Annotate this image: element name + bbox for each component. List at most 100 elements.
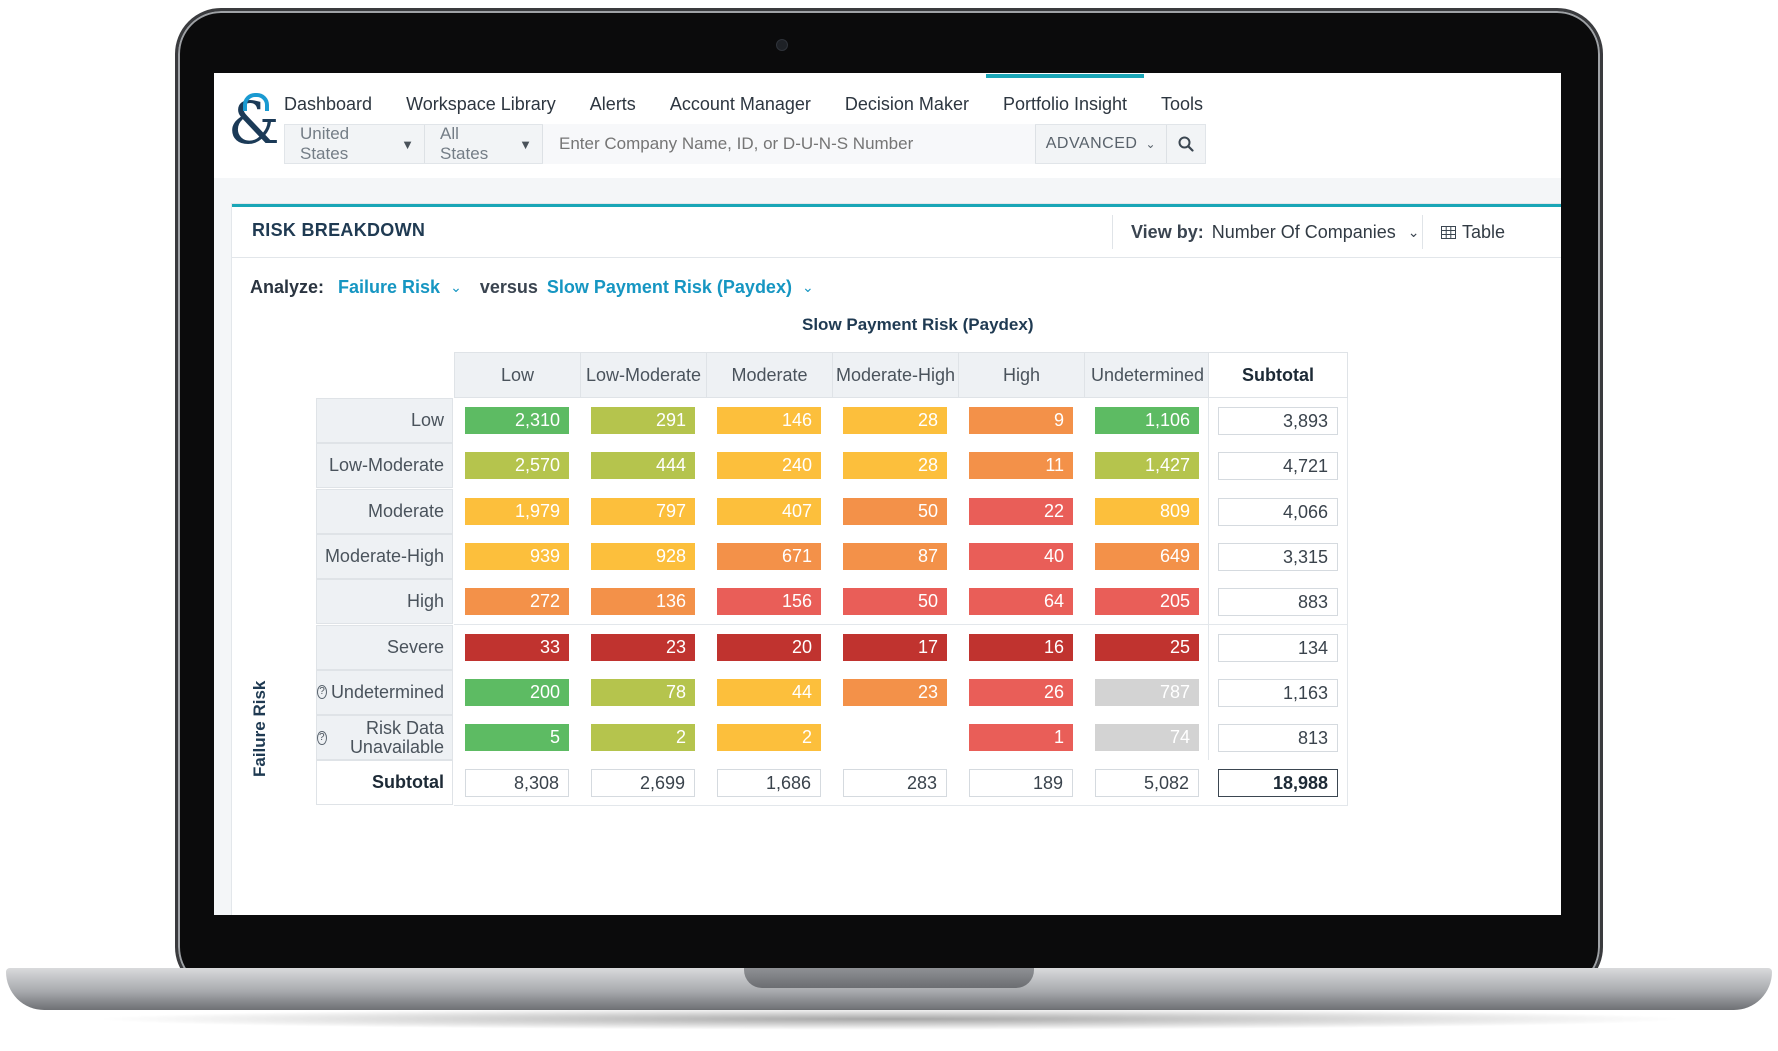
matrix-cell[interactable]: 40 — [969, 542, 1073, 570]
nav-item-decision-maker[interactable]: Decision Maker — [828, 87, 986, 121]
matrix-cell[interactable]: 23 — [843, 678, 947, 706]
row-header: Moderate-High — [316, 533, 453, 579]
company-search-input[interactable] — [543, 124, 1035, 164]
matrix-cell[interactable]: 87 — [843, 542, 947, 570]
matrix-cell[interactable]: 136 — [591, 588, 695, 616]
matrix-cell[interactable]: 444 — [591, 452, 695, 480]
matrix-cell[interactable]: 28 — [843, 407, 947, 434]
matrix-cell[interactable]: 23 — [591, 633, 695, 661]
view-by-dropdown[interactable]: View by: Number Of Companies ⌄ — [1112, 215, 1420, 249]
column-subtotal: 1,686 — [717, 769, 821, 798]
nav-item-account-manager[interactable]: Account Manager — [653, 87, 828, 121]
matrix-cell[interactable]: 17 — [843, 633, 947, 661]
row-header: High — [316, 579, 453, 625]
matrix-cell[interactable]: 28 — [843, 452, 947, 480]
nav-item-portfolio-insight[interactable]: Portfolio Insight — [985, 74, 1145, 121]
matrix-cell[interactable]: 156 — [717, 588, 821, 616]
advanced-search-button[interactable]: ADVANCED ⌄ — [1034, 125, 1166, 163]
matrix-cell[interactable]: 1,979 — [465, 497, 569, 525]
matrix-cell[interactable]: 33 — [465, 633, 569, 661]
row-subtotal: 813 — [1218, 724, 1338, 753]
row-subtotal: 3,315 — [1218, 542, 1338, 571]
subtotal-row-header: Subtotal — [316, 760, 453, 806]
matrix-cell[interactable]: 5 — [465, 724, 569, 752]
search-button[interactable] — [1166, 125, 1205, 163]
row-header: ? Risk Data Unavailable — [316, 715, 453, 761]
row-axis-title: Failure Risk — [250, 680, 269, 777]
nav-item-dashboard[interactable]: Dashboard — [284, 87, 389, 121]
matrix-cell[interactable]: 25 — [1095, 633, 1199, 661]
matrix-cell[interactable]: 1,106 — [1095, 407, 1199, 434]
matrix-cell[interactable]: 50 — [843, 588, 947, 616]
nav-item-tools[interactable]: Tools — [1144, 87, 1220, 121]
matrix-cell[interactable]: 44 — [717, 678, 821, 706]
matrix-cell[interactable]: 928 — [591, 542, 695, 570]
column-header: Low — [454, 352, 581, 398]
row-header: Low-Moderate — [316, 443, 453, 489]
app-screen: & Dashboard Workspace Library Alerts Accoun… — [214, 73, 1561, 915]
view-by-value: Number Of Companies — [1211, 221, 1396, 242]
matrix-cell[interactable]: 291 — [591, 407, 695, 434]
matrix-cell[interactable]: 9 — [969, 407, 1073, 434]
nav-item-alerts[interactable]: Alerts — [573, 87, 653, 121]
matrix-cell[interactable]: 50 — [843, 497, 947, 525]
table-view-button[interactable]: Table — [1422, 215, 1505, 249]
matrix-cell[interactable]: 671 — [717, 542, 821, 570]
country-select[interactable]: United States ▼ — [285, 124, 425, 163]
matrix-cell[interactable]: 78 — [591, 678, 695, 706]
laptop-notch — [744, 968, 1034, 988]
matrix-cell[interactable]: 787 — [1095, 678, 1199, 706]
matrix-cell[interactable]: 2 — [717, 724, 821, 752]
help-icon[interactable]: ? — [317, 685, 327, 700]
camera-icon — [776, 39, 788, 51]
chevron-down-icon[interactable]: ⌄ — [802, 279, 814, 296]
main-nav: Dashboard Workspace Library Alerts Account … — [284, 74, 1220, 121]
matrix-cell[interactable]: 2 — [591, 724, 695, 752]
search-filters: United States ▼ All States ▼ ADVANCED ⌄ — [284, 124, 1206, 164]
matrix-cell[interactable]: 240 — [717, 452, 821, 480]
nav-item-workspace-library[interactable]: Workspace Library — [389, 87, 573, 121]
matrix-cell[interactable]: 272 — [465, 588, 569, 616]
matrix-cell[interactable]: 146 — [717, 407, 821, 434]
matrix-cell[interactable]: 1 — [969, 724, 1073, 752]
table-view-label: Table — [1462, 221, 1506, 242]
column-subtotal: 189 — [969, 769, 1073, 798]
help-icon[interactable]: ? — [317, 730, 327, 745]
matrix-cell[interactable]: 64 — [969, 588, 1073, 616]
matrix-cell-bg — [832, 715, 959, 762]
state-select-value: All States — [440, 124, 489, 163]
matrix-cell[interactable]: 205 — [1095, 588, 1199, 616]
matrix-cell[interactable]: 74 — [1095, 724, 1199, 752]
analyze-label: Analyze: — [250, 277, 325, 297]
matrix-cell[interactable]: 16 — [969, 633, 1073, 661]
matrix-cell[interactable]: 939 — [465, 542, 569, 570]
matrix-cell[interactable]: 407 — [717, 497, 821, 525]
primary-risk-dropdown[interactable]: Failure Risk — [338, 277, 440, 298]
matrix-cell[interactable]: 2,310 — [465, 407, 569, 434]
matrix-cell[interactable]: 809 — [1095, 497, 1199, 525]
matrix-cell[interactable]: 2,570 — [465, 452, 569, 480]
matrix-cell[interactable]: 649 — [1095, 542, 1199, 570]
secondary-risk-dropdown[interactable]: Slow Payment Risk (Paydex) — [547, 277, 792, 298]
caret-down-icon: ▼ — [519, 136, 532, 152]
column-subtotal: 5,082 — [1095, 769, 1199, 798]
row-header-label: Moderate — [367, 500, 444, 521]
matrix-cell[interactable]: 1,427 — [1095, 452, 1199, 480]
matrix-cell[interactable]: 26 — [969, 678, 1073, 706]
matrix-cell[interactable]: 797 — [591, 497, 695, 525]
row-header: Moderate — [316, 488, 453, 534]
column-header: Moderate-High — [832, 352, 959, 398]
matrix-cell[interactable]: 200 — [465, 678, 569, 706]
advanced-label: ADVANCED — [1045, 135, 1138, 152]
row-header: ? Undetermined — [316, 669, 453, 715]
laptop-shadow — [90, 1008, 1690, 1030]
logo-icon[interactable]: & — [228, 93, 280, 152]
chevron-down-icon[interactable]: ⌄ — [450, 279, 462, 296]
matrix-cell[interactable]: 20 — [717, 633, 821, 661]
matrix-cell[interactable]: 11 — [969, 452, 1073, 480]
versus-label: versus — [479, 277, 538, 297]
row-header-label: Undetermined — [330, 681, 444, 702]
row-header-label: Risk Data Unavailable — [349, 717, 444, 757]
state-select[interactable]: All States ▼ — [425, 124, 543, 163]
matrix-cell[interactable]: 22 — [969, 497, 1073, 525]
